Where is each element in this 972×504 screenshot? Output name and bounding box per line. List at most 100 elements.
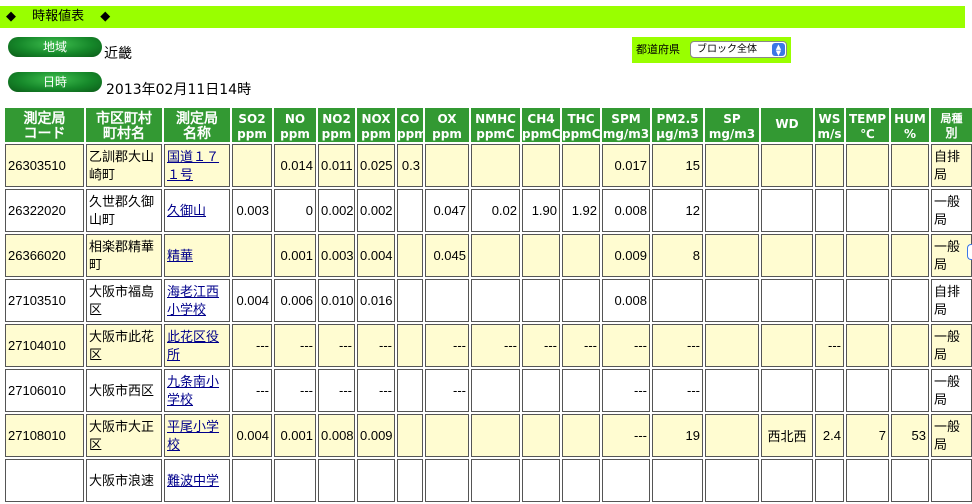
station-name-link[interactable]: 精華	[164, 234, 230, 277]
value-cell: ---	[357, 369, 395, 412]
value-cell	[522, 144, 560, 187]
value-cell	[357, 459, 395, 502]
column-header: SPM mg/m3	[602, 108, 650, 142]
page-title-bar: ◆ 時報値表 ◆	[0, 6, 965, 28]
table-row: 27104010 大阪市此花区 此花区役所 --- --- --- --- --- --- ---…	[5, 324, 972, 367]
value-cell	[891, 144, 929, 187]
value-cell	[815, 144, 844, 187]
value-cell	[425, 279, 469, 322]
value-cell	[705, 144, 759, 187]
column-header: NO2 ppm	[318, 108, 355, 142]
value-cell	[891, 369, 929, 412]
value-cell: ---	[274, 324, 316, 367]
value-cell: 0.003	[318, 234, 355, 277]
value-cell	[761, 459, 813, 502]
value-cell: ---	[471, 324, 520, 367]
prefecture-select[interactable]: ブロック全体 ▲ ▼	[690, 41, 787, 58]
station-code-cell	[5, 459, 84, 502]
station-name-link[interactable]: 此花区役所	[164, 324, 230, 367]
station-name-link[interactable]: 難波中学	[164, 459, 230, 502]
column-header: HUM%	[891, 108, 929, 142]
value-cell: ---	[318, 369, 355, 412]
value-cell	[846, 234, 889, 277]
measurement-table: 測定局 コード 市区町村 町村名 測定局 名称 SO2 ppm NO ppm NO2 ppm NOX pp…	[3, 106, 972, 504]
municipality-cell: 大阪市福島区	[86, 279, 162, 322]
value-cell: 0.008	[602, 189, 650, 232]
value-cell	[891, 324, 929, 367]
value-cell	[562, 459, 600, 502]
column-header: THC ppmC	[562, 108, 600, 142]
value-cell	[705, 279, 759, 322]
column-header-line1: WD	[775, 117, 799, 131]
value-cell: 19	[652, 414, 703, 457]
station-type-cell: 一般局	[931, 369, 972, 412]
column-header-line2: ppmC	[522, 127, 560, 141]
value-cell	[761, 144, 813, 187]
table-row: 26322020 久世郡久御山町 久御山 0.003 0 0.002 0.002 0.047 0…	[5, 189, 972, 232]
value-cell	[705, 234, 759, 277]
select-arrows-icon: ▲ ▼	[772, 43, 785, 57]
value-cell: 15	[652, 144, 703, 187]
value-cell	[397, 414, 423, 457]
table-row: 26303510 乙訓郡大山崎町 国道１７１号 0.014 0.011 0.025 0.3 0…	[5, 144, 972, 187]
column-header-line1: NMHC	[475, 112, 516, 126]
value-cell: 12	[652, 189, 703, 232]
value-cell	[522, 459, 560, 502]
region-label-pill: 地域	[8, 37, 102, 57]
municipality-cell: 乙訓郡大山崎町	[86, 144, 162, 187]
value-cell: 0.002	[318, 189, 355, 232]
station-type-cell: 一般局	[931, 414, 972, 457]
value-cell	[705, 414, 759, 457]
column-header-line1: CH4	[527, 112, 555, 126]
value-cell: 0.008	[318, 414, 355, 457]
column-header-line2: 名称	[183, 126, 211, 142]
value-cell	[761, 369, 813, 412]
value-cell	[397, 189, 423, 232]
value-cell: ---	[602, 324, 650, 367]
column-header-line1: WS	[818, 112, 841, 126]
station-name-link[interactable]: 平尾小学校	[164, 414, 230, 457]
value-cell: ---	[652, 324, 703, 367]
value-cell: ---	[357, 324, 395, 367]
value-cell	[471, 234, 520, 277]
value-cell: 0.009	[357, 414, 395, 457]
value-cell: 0.017	[602, 144, 650, 187]
column-header-line1: 測定局	[23, 111, 66, 127]
station-code-cell: 27103510	[5, 279, 84, 322]
region-value: 近畿	[104, 46, 132, 62]
value-cell	[522, 279, 560, 322]
value-cell	[705, 189, 759, 232]
column-header-line1: SO2	[238, 112, 266, 126]
column-header-line2: mg/m3	[708, 127, 756, 141]
column-header: PM2.5 μg/m3	[652, 108, 703, 142]
value-cell	[397, 459, 423, 502]
municipality-cell: 久世郡久御山町	[86, 189, 162, 232]
value-cell	[232, 234, 272, 277]
table-row: 27106010 大阪市西区 九条南小学校 --- --- --- --- --- --- ---…	[5, 369, 972, 412]
side-scroll-tab[interactable]	[967, 244, 972, 260]
station-type-cell: 一般局	[931, 324, 972, 367]
station-name-link[interactable]: 海老江西小学校	[164, 279, 230, 322]
station-name-link[interactable]: 九条南小学校	[164, 369, 230, 412]
station-name-link[interactable]: 久御山	[164, 189, 230, 232]
value-cell	[815, 459, 844, 502]
column-header-line1: SP	[723, 112, 741, 126]
value-cell: 1.92	[562, 189, 600, 232]
value-cell	[815, 234, 844, 277]
column-header-line2: 町村名	[103, 126, 145, 142]
value-cell	[705, 324, 759, 367]
value-cell	[471, 459, 520, 502]
station-name-link[interactable]: 国道１７１号	[164, 144, 230, 187]
table-row: 27108010 大阪市大正区 平尾小学校 0.004 0.001 0.008 0.009 -…	[5, 414, 972, 457]
diamond-icon: ◆	[6, 9, 16, 24]
column-header: WD	[761, 108, 813, 142]
column-header-line1: 市区町村	[96, 111, 152, 127]
value-cell	[846, 369, 889, 412]
value-cell: 0.3	[397, 144, 423, 187]
column-header: NOX ppm	[357, 108, 395, 142]
value-cell	[425, 144, 469, 187]
value-cell	[705, 459, 759, 502]
value-cell: ---	[274, 369, 316, 412]
value-cell: ---	[602, 369, 650, 412]
column-header: OX ppm	[425, 108, 469, 142]
